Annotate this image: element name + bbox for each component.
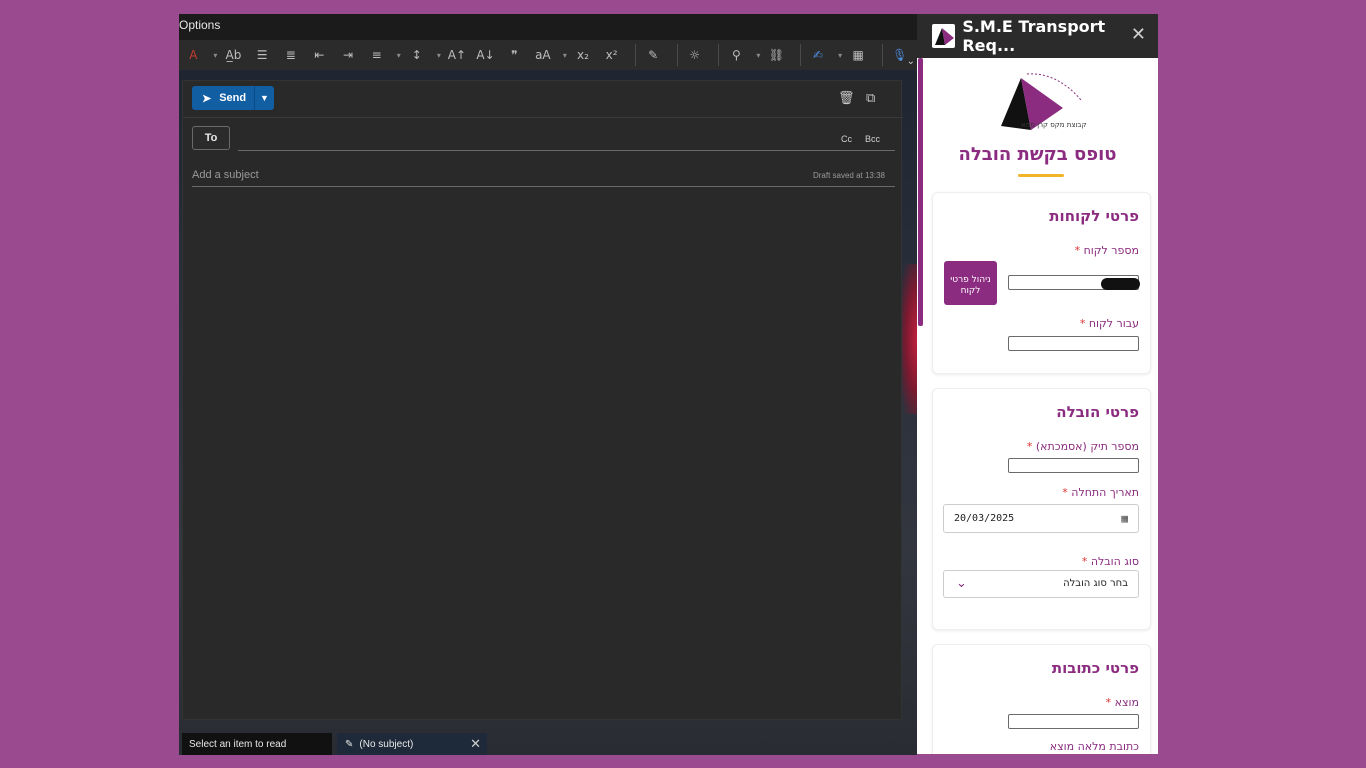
scrollbar[interactable] xyxy=(918,58,923,326)
file-number-input[interactable] xyxy=(1008,458,1139,473)
superscript-icon[interactable]: x² xyxy=(600,43,623,67)
outlook-window: Options A ▾ A̲b ☰ ≣ ⇤ ⇥ ≡ ▾ ↕ ▾ A↑ A↓ ❞ … xyxy=(179,14,917,755)
ribbon-expand-icon[interactable]: ⌄ xyxy=(907,56,915,67)
status-bar: Select an item to read xyxy=(182,733,332,755)
draft-status: Draft saved at 13:38 xyxy=(812,171,885,180)
divider xyxy=(676,44,678,66)
bcc-button[interactable]: Bcc xyxy=(865,134,880,144)
window-title: Options xyxy=(179,18,221,32)
chevron-down-icon: ⌄ xyxy=(956,575,967,590)
chevron-down-icon[interactable]: ▾ xyxy=(754,43,763,67)
for-customer-input[interactable] xyxy=(1008,336,1139,351)
pencil-icon: ✎ xyxy=(345,738,354,750)
shipment-type-label: סוג הובלה * xyxy=(1081,555,1139,568)
shrink-font-icon[interactable]: A↓ xyxy=(474,43,497,67)
title-underline xyxy=(1018,174,1064,177)
draft-tab-label: (No subject) xyxy=(359,738,414,750)
company-logo: מקבוצת מקס קרן סמא xyxy=(999,70,1091,132)
clear-format-icon[interactable]: ✎ xyxy=(642,43,665,67)
divider xyxy=(799,44,801,66)
start-date-value: 20/03/2025 xyxy=(954,513,1015,524)
send-group: ➤ Send ▼ xyxy=(192,86,274,110)
brightness-icon[interactable]: ☼ xyxy=(683,43,706,67)
to-input[interactable] xyxy=(238,150,895,151)
draft-tab[interactable]: ✎ (No subject) ✕ xyxy=(337,733,487,755)
pane-title: S.M.E Transport Req... xyxy=(962,17,1106,55)
cc-button[interactable]: Cc xyxy=(841,134,852,144)
to-button[interactable]: To xyxy=(192,126,230,150)
redacted-value xyxy=(1101,278,1140,290)
svg-text:מקבוצת מקס קרן סמא: מקבוצת מקס קרן סמא xyxy=(1021,121,1087,129)
divider xyxy=(881,44,883,66)
shipment-type-value: בחר סוג הובלה xyxy=(1063,578,1128,589)
grow-font-icon[interactable]: A↑ xyxy=(446,43,469,67)
shipment-section-heading: פרטי הובלה xyxy=(1056,403,1139,421)
bullets-icon[interactable]: ☰ xyxy=(251,43,274,67)
calendar-icon[interactable]: ▦ xyxy=(1121,512,1128,525)
shipment-type-select[interactable]: בחר סוג הובלה ⌄ xyxy=(943,570,1139,598)
attach-icon[interactable]: ⚲ xyxy=(725,43,748,67)
link-icon[interactable]: ⛓ xyxy=(765,43,788,67)
addin-pane: S.M.E Transport Req... ✕ מקבוצת מקס קרן … xyxy=(917,14,1158,754)
customer-number-label: מספר לקוח * xyxy=(1074,244,1139,257)
trash-icon[interactable]: 🗑 xyxy=(838,90,855,106)
compose-pane: ➤ Send ▼ 🗑 ⧉ To Cc Bcc Add a subject Dra… xyxy=(182,80,903,720)
form-title: טופס בקשת הובלה xyxy=(958,144,1117,165)
addin-logo-icon xyxy=(932,24,956,48)
chevron-down-icon[interactable]: ▾ xyxy=(560,43,569,67)
numbering-icon[interactable]: ≣ xyxy=(279,43,302,67)
chevron-down-icon[interactable]: ▾ xyxy=(434,43,443,67)
align-icon[interactable]: ≡ xyxy=(365,43,388,67)
origin-full-address-label: כתובת מלאה מוצא xyxy=(1049,740,1139,753)
subject-underline xyxy=(192,186,895,187)
start-date-input[interactable]: 20/03/2025 ▦ xyxy=(943,504,1139,533)
for-customer-label: עבור לקוח * xyxy=(1079,317,1139,330)
send-label: Send xyxy=(219,92,247,104)
shipment-details-card: פרטי הובלה מספר תיק (אסמכתא) * תאריך התח… xyxy=(932,388,1151,630)
format-ribbon: A ▾ A̲b ☰ ≣ ⇤ ⇥ ≡ ▾ ↕ ▾ A↑ A↓ ❞ aA ▾ x₂ … xyxy=(179,40,917,70)
change-case-icon[interactable]: aA xyxy=(532,43,555,67)
subject-input[interactable]: Add a subject xyxy=(192,169,259,181)
manage-customer-button[interactable]: ניהול פרטי לקוח xyxy=(944,261,997,305)
divider xyxy=(634,44,636,66)
signature-icon[interactable]: ✍ xyxy=(807,43,830,67)
start-date-label: תאריך התחלה * xyxy=(1062,486,1139,499)
file-number-label: מספר תיק (אסמכתא) * xyxy=(1026,440,1139,453)
address-details-card: פרטי כתובות מוצא * כתובת מלאה מוצא xyxy=(932,644,1151,754)
styles-icon[interactable]: A̲b xyxy=(222,43,245,67)
customer-section-heading: פרטי לקוחות xyxy=(1049,207,1139,225)
divider xyxy=(183,117,903,118)
pane-header: S.M.E Transport Req... ✕ xyxy=(917,14,1158,58)
send-options-chevron-icon[interactable]: ▼ xyxy=(254,86,274,110)
close-draft-icon[interactable]: ✕ xyxy=(470,736,481,752)
chevron-down-icon[interactable]: ▾ xyxy=(211,43,220,67)
chevron-down-icon[interactable]: ▾ xyxy=(394,43,403,67)
subscript-icon[interactable]: x₂ xyxy=(572,43,595,67)
close-icon[interactable]: ✕ xyxy=(1131,24,1146,45)
origin-input[interactable] xyxy=(1008,714,1139,729)
origin-label: מוצא * xyxy=(1105,696,1139,709)
send-icon: ➤ xyxy=(202,92,212,105)
decrease-indent-icon[interactable]: ⇤ xyxy=(308,43,331,67)
customer-details-card: פרטי לקוחות מספר לקוח * ניהול פרטי לקוח … xyxy=(932,192,1151,374)
font-color-icon[interactable]: A xyxy=(182,43,205,67)
pop-out-icon[interactable]: ⧉ xyxy=(866,90,875,106)
chevron-down-icon[interactable]: ▾ xyxy=(835,43,844,67)
table-icon[interactable]: ▦ xyxy=(847,43,870,67)
send-button[interactable]: ➤ Send xyxy=(192,86,254,110)
line-spacing-icon[interactable]: ↕ xyxy=(405,43,428,67)
quote-icon[interactable]: ❞ xyxy=(503,43,526,67)
customer-number-input[interactable] xyxy=(1008,275,1140,290)
background-glow xyxy=(901,264,917,414)
increase-indent-icon[interactable]: ⇥ xyxy=(337,43,360,67)
address-section-heading: פרטי כתובות xyxy=(1051,659,1139,677)
divider xyxy=(718,44,720,66)
